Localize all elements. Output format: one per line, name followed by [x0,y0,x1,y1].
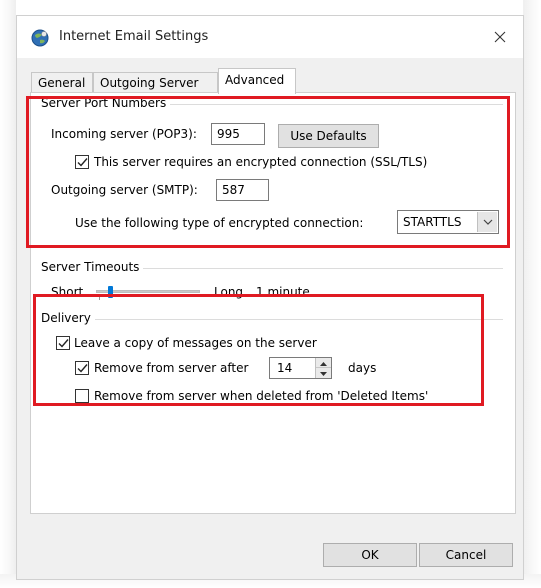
checkmark-icon [77,158,88,167]
remove-when-deleted-checkbox-label: Remove from server when deleted from 'De… [94,389,429,403]
close-button[interactable] [489,26,511,48]
days-label: days [348,361,377,375]
leave-copy-checkbox[interactable] [56,336,70,350]
incoming-port-input[interactable]: 995 [211,123,265,145]
dropdown-arrow [477,212,497,232]
timeouts-group-label: Server Timeouts [41,260,144,274]
delivery-group-label: Delivery [41,311,95,325]
remove-after-days-value: 14 [277,361,293,375]
remove-after-checkbox-label: Remove from server after [94,361,249,375]
ok-button[interactable]: OK [323,543,417,567]
use-defaults-button[interactable]: Use Defaults [278,124,379,148]
timeout-short-label: Short [51,285,84,299]
remove-when-deleted-checkbox[interactable] [75,389,89,403]
advanced-tab-panel: Server Port Numbers Incoming server (POP… [30,92,516,514]
spinner-buttons [315,358,331,378]
timeout-slider-thumb[interactable] [108,286,113,298]
incoming-server-label: Incoming server (POP3): [51,127,197,141]
timeout-long-label: Long [214,285,244,299]
chevron-down-icon [483,219,493,225]
remove-after-checkbox[interactable] [75,361,89,375]
remove-after-days-spinner[interactable]: 14 [269,357,332,379]
tab-general[interactable]: General [31,72,93,94]
outgoing-port-input[interactable]: 587 [216,179,269,201]
server-ports-group-label: Server Port Numbers [41,96,171,110]
arrow-down-icon [320,372,327,376]
encryption-type-select[interactable]: STARTTLS [397,210,499,234]
tab-advanced[interactable]: Advanced [218,68,296,94]
close-icon [494,31,506,43]
outgoing-server-label: Outgoing server (SMTP): [51,183,198,197]
window-title: Internet Email Settings [59,29,209,44]
encryption-type-value: STARTTLS [403,215,462,229]
window-shadow-left [0,0,16,588]
delivery-group-line [41,319,503,320]
title-bar: Internet Email Settings [17,16,523,58]
outlook-globe-icon [31,29,49,47]
internet-email-settings-dialog: Internet Email Settings General Outgoing… [16,15,524,580]
checkmark-icon [77,364,88,373]
leave-copy-checkbox-label: Leave a copy of messages on the server [74,336,317,350]
checkmark-icon [58,339,69,348]
encryption-type-label: Use the following type of encrypted conn… [75,216,364,230]
tab-outgoing-server[interactable]: Outgoing Server [93,72,218,94]
cancel-button[interactable]: Cancel [419,543,513,567]
timeout-value: 1 minute [256,285,310,299]
slider-tick [99,296,100,300]
ssl-tls-checkbox-label: This server requires an encrypted connec… [94,155,428,169]
ssl-tls-checkbox[interactable] [75,155,89,169]
spinner-down-button[interactable] [316,368,331,378]
spinner-up-button[interactable] [316,358,331,368]
window-shadow-right [523,0,541,588]
